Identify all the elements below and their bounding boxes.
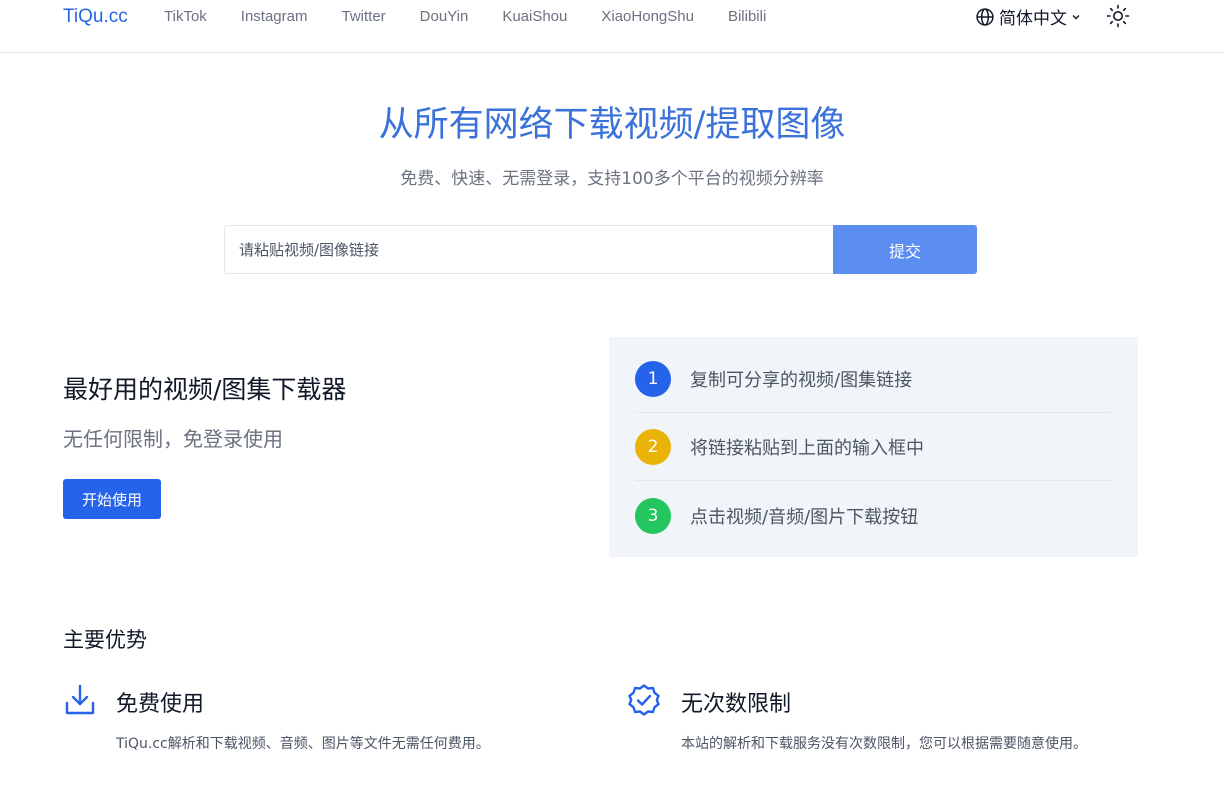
nav-twitter[interactable]: Twitter (341, 8, 385, 25)
nav-tiktok[interactable]: TikTok (164, 8, 207, 25)
top-nav-bar: TiQu.cc TikTok Instagram Twitter DouYin … (0, 0, 1224, 53)
step-item: 1 复制可分享的视频/图集链接 (635, 345, 1111, 413)
step-item: 3 点击视频/音频/图片下载按钮 (635, 482, 1111, 550)
download-icon (65, 684, 95, 715)
step-text: 点击视频/音频/图片下载按钮 (690, 507, 919, 528)
site-logo[interactable]: TiQu.cc (63, 6, 128, 28)
feature-subtitle: 无任何限制，免登录使用 (63, 427, 283, 451)
step-item: 2 将链接粘贴到上面的输入框中 (635, 413, 1111, 481)
step-text: 复制可分享的视频/图集链接 (690, 369, 913, 391)
hero-subtitle: 免费、快速、无需登录，支持100多个平台的视频分辨率 (400, 169, 824, 189)
url-input[interactable] (224, 225, 834, 274)
step-number: 3 (635, 498, 671, 534)
steps-panel: 1 复制可分享的视频/图集链接 2 将链接粘贴到上面的输入框中 3 点击视频/音… (609, 337, 1138, 557)
nav-bilibili[interactable]: Bilibili (728, 8, 766, 25)
step-number: 2 (635, 428, 671, 465)
language-label: 简体中文 (999, 9, 1067, 29)
submit-button[interactable]: 提交 (833, 225, 977, 274)
nav-douyin[interactable]: DouYin (420, 8, 469, 25)
nav-kuaishou[interactable]: KuaiShou (502, 8, 567, 25)
feature-title: 最好用的视频/图集下载器 (63, 375, 347, 404)
advantage-desc: TiQu.cc解析和下载视频、音频、图片等文件无需任何费用。 (116, 736, 490, 752)
language-selector[interactable]: 简体中文 (975, 4, 1081, 29)
step-number: 1 (635, 360, 671, 397)
get-started-button[interactable]: 开始使用 (63, 479, 161, 519)
advantage-name: 无次数限制 (681, 692, 792, 717)
globe-icon (976, 7, 994, 26)
nav-xiaohongshu[interactable]: XiaoHongShu (601, 8, 694, 25)
platform-nav: TikTok Instagram Twitter DouYin KuaiShou… (164, 8, 800, 25)
sun-icon[interactable] (1106, 4, 1130, 28)
advantages-title: 主要优势 (63, 628, 147, 652)
chevron-down-icon (1072, 14, 1080, 19)
advantage-name: 免费使用 (116, 692, 205, 717)
hero-title: 从所有网络下载视频/提取图像 (378, 105, 846, 145)
badge-check-icon (628, 684, 660, 716)
nav-instagram[interactable]: Instagram (241, 8, 308, 25)
step-text: 将链接粘贴到上面的输入框中 (690, 437, 924, 459)
advantage-desc: 本站的解析和下载服务没有次数限制，您可以根据需要随意使用。 (681, 736, 1087, 752)
